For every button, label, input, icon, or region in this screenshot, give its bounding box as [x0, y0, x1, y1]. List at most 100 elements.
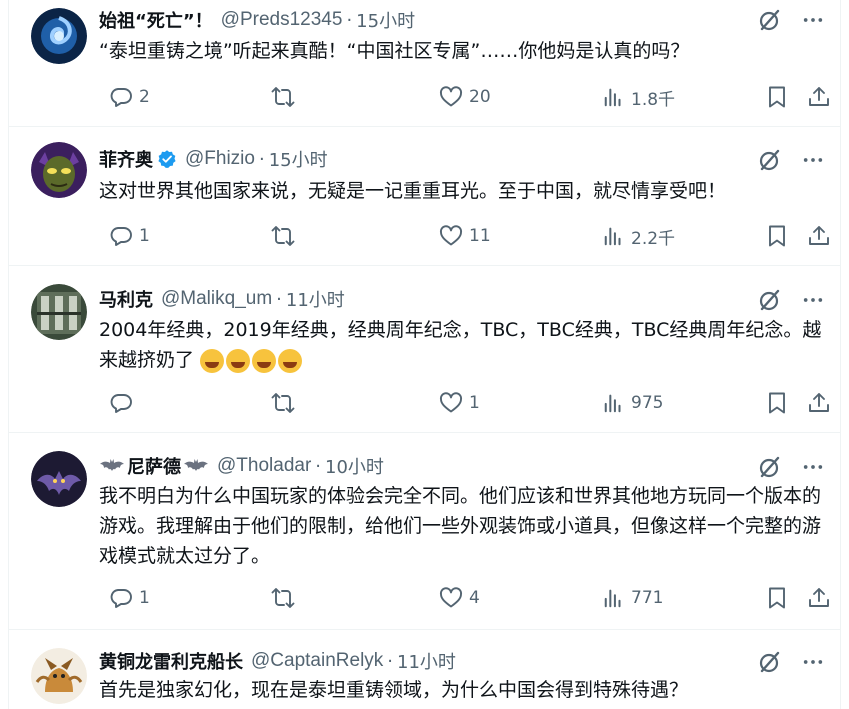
share-icon [807, 224, 831, 248]
share-button[interactable] [807, 586, 831, 610]
reply-icon [109, 85, 133, 109]
user-handle[interactable]: @Tholadar [217, 455, 311, 477]
user-handle[interactable]: @Fhizio [185, 148, 255, 170]
like-button[interactable]: 20 [439, 85, 491, 109]
tweet-header: 尼萨德 @Tholadar · 10小时 [99, 454, 384, 478]
retweet-button[interactable] [271, 85, 295, 109]
display-name[interactable]: 黄铜龙雷利克船长 [99, 648, 243, 674]
more-icon[interactable] [802, 651, 824, 673]
grok-icon[interactable] [758, 455, 782, 479]
share-button[interactable] [807, 391, 831, 415]
display-name[interactable]: 始祖“死亡”！ [99, 7, 213, 33]
views-button[interactable]: 771 [603, 587, 663, 609]
separator-dot: · [346, 9, 353, 31]
like-button[interactable]: 4 [439, 586, 480, 610]
tweet-header: 马利克 @Malikq_um · 11小时 [99, 287, 345, 311]
bookmark-icon [765, 586, 789, 610]
retweet-icon [271, 586, 295, 610]
timeline-feed: 始祖“死亡”！ @Preds12345 · 15小时 “泰坦重铸之境”听起来真酷… [8, 0, 841, 709]
bookmark-icon [765, 224, 789, 248]
share-icon [807, 586, 831, 610]
reply-icon [109, 224, 133, 248]
bookmark-button[interactable] [765, 586, 789, 610]
bookmark-button[interactable] [765, 85, 789, 109]
avatar[interactable] [31, 451, 87, 507]
more-icon[interactable] [802, 149, 824, 171]
retweet-icon [271, 391, 295, 415]
timestamp[interactable]: 11小时 [286, 286, 345, 312]
like-button[interactable]: 1 [439, 391, 480, 415]
like-button[interactable]: 11 [439, 224, 491, 248]
avatar[interactable] [31, 284, 87, 340]
grok-icon[interactable] [758, 650, 782, 674]
like-count: 1 [469, 393, 480, 413]
laughing-emoji [226, 348, 251, 373]
retweet-button[interactable] [271, 224, 295, 248]
retweet-button[interactable] [271, 391, 295, 415]
grok-icon[interactable] [758, 148, 782, 172]
separator-dot: · [276, 288, 282, 310]
like-icon [439, 85, 463, 109]
grok-icon[interactable] [758, 288, 782, 312]
reply-button[interactable]: 1 [109, 586, 150, 610]
reply-button[interactable]: 2 [109, 85, 150, 109]
verified-badge-icon [158, 150, 176, 168]
reply-button[interactable]: 1 [109, 224, 150, 248]
timestamp[interactable]: 11小时 [397, 648, 456, 674]
display-name[interactable]: 菲齐奥 [99, 146, 153, 172]
display-name[interactable]: 尼萨德 [127, 453, 181, 479]
tweet[interactable]: 始祖“死亡”！ @Preds12345 · 15小时 “泰坦重铸之境”听起来真酷… [9, 0, 840, 127]
grok-icon[interactable] [758, 8, 782, 32]
tweet[interactable]: 黄铜龙雷利克船长 @CaptainRelyk · 11小时 首先是独家幻化，现在… [9, 630, 841, 709]
bookmark-button[interactable] [765, 391, 789, 415]
user-handle[interactable]: @Preds12345 [221, 9, 343, 31]
share-icon [807, 391, 831, 415]
more-icon[interactable] [802, 289, 824, 311]
timestamp[interactable]: 10小时 [325, 453, 384, 479]
tweet[interactable]: 马利克 @Malikq_um · 11小时 2004年经典，2019年经典，经典… [9, 266, 840, 433]
like-icon [439, 586, 463, 610]
laughing-emoji [278, 348, 303, 373]
laughing-emoji [252, 348, 277, 373]
user-handle[interactable]: @Malikq_um [161, 288, 272, 310]
more-icon[interactable] [802, 456, 824, 478]
share-button[interactable] [807, 224, 831, 248]
views-icon [603, 392, 625, 414]
retweet-button[interactable] [271, 586, 295, 610]
separator-dot: · [258, 148, 265, 170]
timestamp[interactable]: 15小时 [356, 7, 415, 33]
reply-icon [109, 391, 133, 415]
avatar[interactable] [31, 648, 87, 704]
reply-count: 2 [139, 87, 150, 107]
avatar[interactable] [31, 8, 87, 64]
timestamp[interactable]: 15小时 [269, 146, 328, 172]
tweet-header: 始祖“死亡”！ @Preds12345 · 15小时 [99, 8, 415, 32]
tweet-text: 首先是独家幻化，现在是泰坦重铸领域，为什么中国会得到特殊待遇？ [99, 679, 689, 701]
bookmark-button[interactable] [765, 224, 789, 248]
share-button[interactable] [807, 85, 831, 109]
retweet-icon [271, 224, 295, 248]
display-name[interactable]: 马利克 [99, 286, 153, 312]
views-button[interactable]: 975 [603, 392, 663, 414]
like-icon [439, 391, 463, 415]
avatar[interactable] [31, 142, 87, 198]
view-count: 771 [631, 588, 664, 608]
tweet[interactable]: 尼萨德 @Tholadar · 10小时 我不明白为什么中国玩家的体验会完全不同… [9, 433, 840, 630]
laughing-emoji-row [200, 348, 303, 373]
reply-icon [109, 586, 133, 610]
bat-icon [99, 458, 125, 474]
action-bar: 1 11 2.2千 [99, 222, 834, 250]
reply-count: 1 [139, 226, 150, 246]
views-button[interactable]: 2.2千 [603, 224, 675, 249]
user-handle[interactable]: @CaptainRelyk [251, 650, 383, 672]
tweet-header: 菲齐奥 @Fhizio · 15小时 [99, 147, 328, 171]
action-bar: 1 4 771 [99, 584, 834, 612]
more-icon[interactable] [802, 9, 824, 31]
reply-button[interactable] [109, 391, 133, 415]
bat-icon [183, 458, 209, 474]
retweet-icon [271, 85, 295, 109]
separator-dot: · [315, 455, 322, 477]
views-button[interactable]: 1.8千 [603, 85, 675, 110]
bookmark-icon [765, 391, 789, 415]
tweet[interactable]: 菲齐奥 @Fhizio · 15小时 这对世界其他国家来说，无疑是一记重重耳光。… [9, 127, 840, 266]
